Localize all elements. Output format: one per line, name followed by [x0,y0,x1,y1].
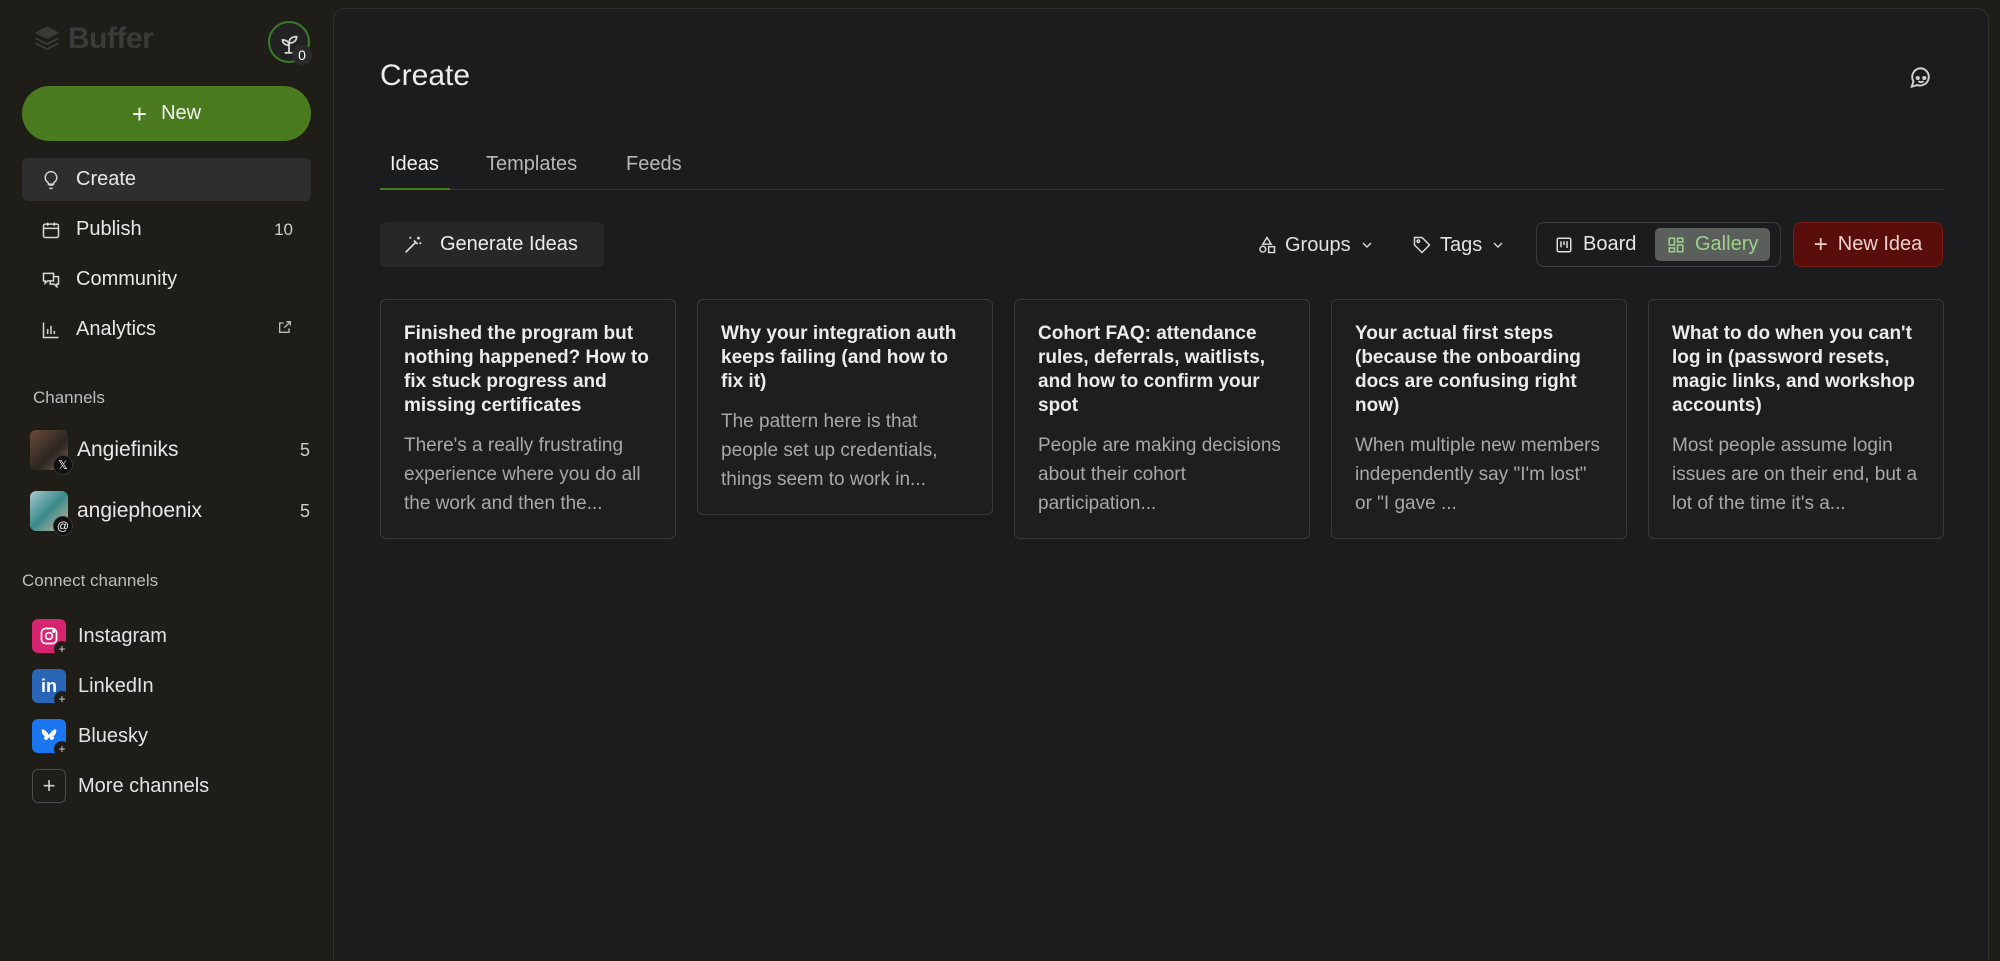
generate-ideas-button[interactable]: Generate Ideas [380,222,604,267]
threads-icon: @ [53,516,73,536]
connect-linkedin[interactable]: in + LinkedIn [32,666,154,707]
plant-count: 0 [292,45,312,65]
plus-icon: + [54,641,70,657]
calendar-icon [40,219,62,241]
bar-chart-icon [40,319,62,341]
idea-card-body: Most people assume login issues are on t… [1672,435,1918,514]
sidebar-nav: Create Publish 10 Community Analytics [22,158,311,358]
channel-count: 5 [299,500,310,521]
idea-card-body: When multiple new members independently … [1355,435,1600,514]
plus-icon: + [131,98,148,129]
idea-card-title: Why your integration auth keeps failing … [721,323,957,392]
sidebar-item-publish[interactable]: Publish 10 [22,208,311,251]
avatar: 𝕏 [30,430,73,475]
chat-bubbles-icon [40,269,62,291]
idea-card-body: People are making decisions about their … [1038,435,1281,514]
tab-feeds[interactable]: Feeds [626,153,682,176]
connect-instagram[interactable]: + Instagram [32,616,167,657]
new-idea-label: New Idea [1837,233,1923,255]
tag-icon [1413,236,1431,254]
connect-name: LinkedIn [78,674,154,697]
gallery-view-button[interactable]: Gallery [1655,228,1771,261]
grid-icon [1668,237,1684,252]
idea-card-title: Finished the program but nothing happene… [404,323,649,416]
chevron-down-icon [1493,242,1503,248]
x-icon: 𝕏 [53,455,73,475]
channel-name: angiephoenix [77,499,202,522]
new-idea-button[interactable]: + New Idea [1793,222,1943,267]
channel-item[interactable]: 𝕏 Angiefiniks 5 [30,428,310,475]
view-toggle: Board Gallery [1536,222,1781,267]
plant-streak-button[interactable]: 0 [268,21,312,65]
bluesky-icon: + [32,719,70,757]
idea-card[interactable]: Why your integration auth keeps failing … [697,299,993,515]
plus-icon: + [54,691,70,707]
board-view-button[interactable]: Board [1543,228,1648,261]
sidebar: Buffer 0 + New Create Publish 10 Communi… [0,0,333,961]
plus-icon: + [54,741,70,757]
board-label: Board [1583,233,1637,255]
sidebar-item-analytics[interactable]: Analytics [22,308,311,351]
main-panel: Create Ideas Templates Feeds Generate Id… [333,8,1989,961]
publish-count: 10 [274,219,293,239]
sidebar-item-label: Analytics [76,318,157,340]
sidebar-item-label: Create [76,168,137,190]
shapes-icon [1259,236,1276,254]
new-button[interactable]: + New [22,86,311,141]
tab-templates[interactable]: Templates [486,153,577,176]
idea-card[interactable]: Finished the program but nothing happene… [380,299,676,539]
channel-item[interactable]: @ angiephoenix 5 [30,489,310,536]
idea-card[interactable]: Your actual first steps (because the onb… [1331,299,1627,539]
board-icon [1556,237,1572,252]
buffer-logo[interactable]: Buffer [32,22,154,56]
channel-count: 5 [299,439,310,460]
connect-channels-heading: Connect channels [22,571,159,590]
channel-name: Angiefiniks [77,438,179,461]
chevron-down-icon [1362,242,1372,248]
plus-square-icon: + [32,769,66,803]
avatar: @ [30,491,73,536]
lightbulb-icon [40,169,62,191]
connect-name: Bluesky [78,724,149,747]
sidebar-item-label: Publish [76,218,142,240]
tab-ideas[interactable]: Ideas [390,153,439,176]
connect-bluesky[interactable]: + Bluesky [32,716,149,757]
idea-card-body: There's a really frustrating experience … [404,435,641,514]
groups-dropdown[interactable]: Groups [1257,227,1375,263]
feedback-icon[interactable] [1908,65,1936,93]
tab-bar: Ideas Templates Feeds [380,137,1944,190]
new-button-label: New [161,102,202,124]
more-channels[interactable]: + More channels [32,766,209,806]
idea-card-title: Your actual first steps (because the onb… [1355,323,1581,416]
sidebar-item-community[interactable]: Community [22,258,311,301]
page-title: Create [380,59,471,92]
idea-card[interactable]: Cohort FAQ: attendance rules, deferrals,… [1014,299,1310,539]
idea-card-title: What to do when you can't log in (passwo… [1672,323,1915,416]
linkedin-icon: in + [32,669,70,707]
tags-label: Tags [1440,233,1483,256]
sidebar-item-label: Community [76,268,178,290]
gallery-label: Gallery [1695,233,1759,255]
idea-card[interactable]: What to do when you can't log in (passwo… [1648,299,1944,539]
plus-icon: + [1813,230,1828,258]
idea-card-title: Cohort FAQ: attendance rules, deferrals,… [1038,323,1266,416]
instagram-icon: + [32,619,70,657]
external-link-icon [277,318,293,341]
magic-wand-icon [405,236,422,253]
buffer-logo-icon [34,26,60,51]
tags-dropdown[interactable]: Tags [1412,227,1506,263]
active-tab-indicator [380,188,450,190]
generate-ideas-label: Generate Ideas [440,233,578,255]
channels-heading: Channels [33,388,105,407]
sidebar-item-create[interactable]: Create [22,158,311,201]
connect-name: More channels [78,774,210,797]
groups-label: Groups [1285,233,1351,256]
idea-card-body: The pattern here is that people set up c… [721,411,938,490]
connect-name: Instagram [78,624,167,647]
logo-text: Buffer [68,22,154,55]
